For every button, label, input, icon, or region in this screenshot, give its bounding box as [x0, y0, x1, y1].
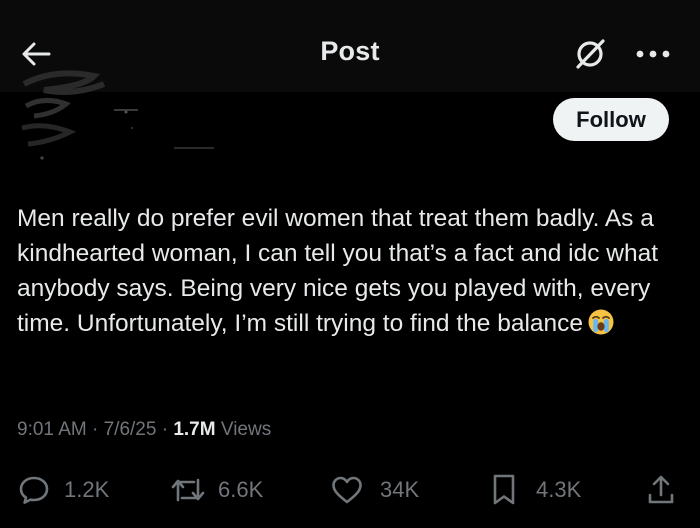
- grok-icon: [576, 39, 605, 69]
- reply-icon: [19, 476, 49, 504]
- bookmark-icon: [493, 474, 515, 505]
- repost-icon: [171, 478, 205, 502]
- post-time[interactable]: 9:01 AM: [17, 419, 87, 440]
- repost-count: 6.6K: [218, 477, 264, 502]
- repost-button[interactable]: 6.6K: [170, 470, 263, 510]
- share-icon: [648, 475, 674, 504]
- tweet-body: Men really do prefer evil women that tre…: [17, 201, 682, 346]
- share-button[interactable]: [646, 470, 676, 510]
- post-metadata: 9:01 AM · 7/6/25 · 1.7M Views: [17, 419, 271, 441]
- bookmark-button[interactable]: 4.3K: [490, 470, 581, 510]
- like-button[interactable]: 34K: [330, 470, 419, 510]
- author-redacted[interactable]: [14, 66, 254, 170]
- tweet-text: Men really do prefer evil women that tre…: [17, 205, 659, 337]
- views-count: 1.7M: [173, 419, 216, 440]
- follow-button[interactable]: Follow: [553, 98, 669, 141]
- more-options-button[interactable]: [628, 32, 678, 76]
- redacted-author-scribble: [21, 70, 214, 160]
- heart-icon: [332, 476, 362, 504]
- separator-dot: ·: [156, 419, 174, 440]
- reply-button[interactable]: 1.2K: [18, 470, 109, 510]
- views-label: Views: [220, 419, 272, 440]
- grok-button[interactable]: [568, 32, 612, 76]
- bookmark-count: 4.3K: [536, 477, 582, 502]
- more-horizontal-icon: [636, 50, 670, 58]
- post-date[interactable]: 7/6/25: [104, 419, 157, 440]
- reply-count: 1.2K: [64, 477, 110, 502]
- separator-dot: ·: [86, 419, 104, 440]
- action-bar: 1.2K 6.6K 34K 4.3K: [0, 470, 700, 510]
- like-count: 34K: [380, 477, 420, 502]
- loudly-crying-face-icon: [587, 308, 615, 346]
